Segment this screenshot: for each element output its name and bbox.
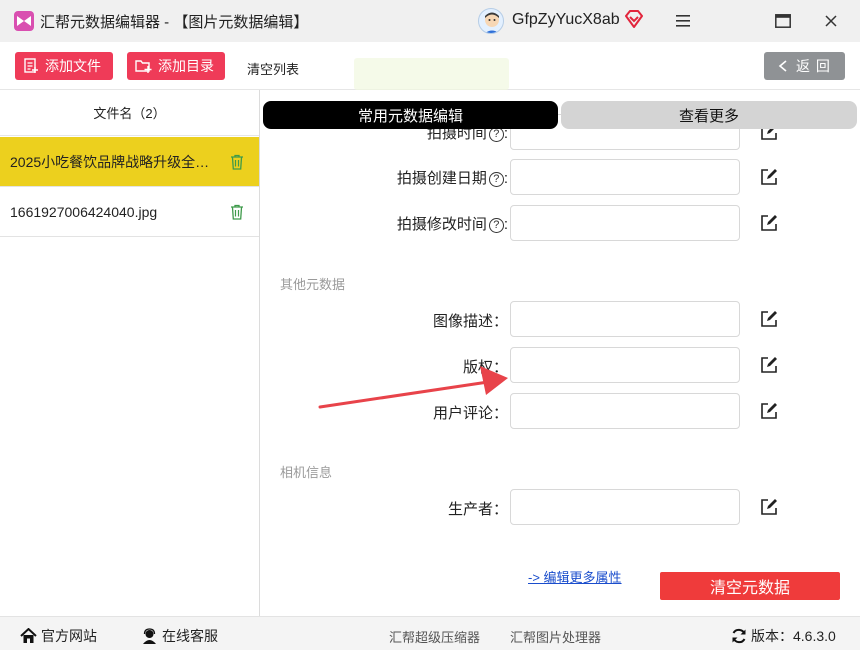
headset-icon: [143, 628, 156, 644]
metadata-editor-panel: 常用元数据编辑 查看更多 拍摄时间?: 拍摄创建日期?: 拍摄修改时间?: 其他…: [261, 90, 860, 616]
close-button[interactable]: [820, 10, 842, 32]
label-colon: :: [503, 170, 508, 187]
file-name: 1661927006424040.jpg: [10, 203, 158, 220]
image-desc-input[interactable]: [510, 301, 740, 337]
faint-background-bar: [354, 58, 509, 90]
shoot-create-date-label: 拍摄创建日期?:: [397, 167, 508, 188]
edit-pencil-icon[interactable]: [760, 356, 778, 374]
shoot-modify-time-input[interactable]: [510, 205, 740, 241]
tab-common-metadata[interactable]: 常用元数据编辑: [263, 101, 558, 129]
app-logo-icon: [14, 11, 34, 31]
window-title: 汇帮元数据编辑器 - 【图片元数据编辑】: [40, 14, 309, 31]
title-bar: 汇帮元数据编辑器 - 【图片元数据编辑】 GfpZyYucX8ab: [0, 0, 860, 42]
question-mark-icon[interactable]: ?: [488, 218, 504, 233]
add-folder-icon: [135, 60, 152, 73]
section-title-camera: 相机信息: [280, 465, 333, 480]
official-website-label: 官方网站: [41, 628, 97, 644]
avatar-face-icon: [485, 12, 499, 33]
shoot-create-date-label-text: 拍摄创建日期: [396, 170, 487, 187]
username: GfpZyYucX8ab: [512, 11, 620, 28]
maximize-icon: [775, 14, 791, 28]
clear-list-button[interactable]: 清空列表: [247, 59, 299, 78]
question-mark-icon[interactable]: ?: [488, 127, 504, 142]
chevron-left-icon: [778, 60, 787, 72]
edit-pencil-icon[interactable]: [760, 168, 778, 186]
user-comment-input[interactable]: [510, 393, 740, 429]
version-info[interactable]: 版本： 4.6.3.0: [731, 626, 836, 646]
add-file-icon: [24, 58, 38, 73]
vip-diamond-icon[interactable]: [624, 10, 644, 28]
compressor-link[interactable]: 汇帮超级压缩器: [389, 627, 480, 646]
copyright-label: 版权：: [462, 359, 508, 376]
file-list-panel: 文件名（2） 2025小吃餐饮品牌战略升级全案策划方案.jpg 16619270…: [0, 90, 260, 616]
user-avatar[interactable]: [478, 8, 504, 34]
refresh-icon: [732, 628, 746, 644]
trash-icon[interactable]: [230, 204, 244, 220]
clear-metadata-button[interactable]: 清空元数据: [660, 572, 840, 600]
maximize-button[interactable]: [772, 10, 794, 32]
image-desc-label: 图像描述：: [432, 313, 508, 330]
edit-pencil-icon[interactable]: [760, 214, 778, 232]
edit-pencil-icon[interactable]: [760, 402, 778, 420]
back-button[interactable]: 返 回: [764, 52, 845, 80]
image-tool-link[interactable]: 汇帮图片处理器: [510, 627, 601, 646]
add-directory-button[interactable]: 添加目录: [127, 52, 225, 80]
online-support-link[interactable]: 在线客服: [141, 626, 218, 646]
version-number: 4.6.3.0: [793, 628, 836, 644]
tab-view-more[interactable]: 查看更多: [561, 101, 857, 129]
home-icon: [20, 628, 37, 643]
question-mark-icon[interactable]: ?: [488, 172, 504, 187]
status-footer: 官方网站 在线客服 汇帮超级压缩器 汇帮图片处理器 版本： 4.6.3.0: [0, 616, 860, 650]
user-comment-label: 用户评论：: [432, 405, 508, 422]
file-name: 2025小吃餐饮品牌战略升级全案策划方案.jpg: [10, 153, 222, 170]
shoot-create-date-input[interactable]: [510, 159, 740, 195]
manufacturer-label: 生产者：: [447, 501, 508, 518]
version-label: 版本：: [751, 628, 793, 644]
add-file-label: 添加文件: [45, 58, 101, 74]
copyright-input[interactable]: [510, 347, 740, 383]
label-colon: :: [503, 216, 508, 233]
file-list-item[interactable]: 1661927006424040.jpg: [0, 187, 259, 237]
add-file-button[interactable]: 添加文件: [15, 52, 113, 80]
add-directory-label: 添加目录: [158, 58, 214, 74]
edit-pencil-icon[interactable]: [760, 310, 778, 328]
official-website-link[interactable]: 官方网站: [20, 626, 97, 646]
shoot-modify-time-label-text: 拍摄修改时间: [396, 216, 487, 233]
hamburger-icon: [676, 15, 690, 27]
menu-button[interactable]: [672, 10, 694, 32]
edit-more-properties-link[interactable]: -> 编辑更多属性: [528, 567, 622, 586]
online-support-label: 在线客服: [162, 628, 218, 644]
section-title-other: 其他元数据: [280, 277, 346, 292]
back-label: 返 回: [796, 58, 831, 74]
editor-tabs: 常用元数据编辑 查看更多: [263, 101, 857, 129]
shoot-modify-time-label: 拍摄修改时间?:: [397, 213, 508, 234]
trash-icon[interactable]: [230, 154, 244, 170]
file-list-item[interactable]: 2025小吃餐饮品牌战略升级全案策划方案.jpg: [0, 137, 259, 187]
manufacturer-input[interactable]: [510, 489, 740, 525]
edit-pencil-icon[interactable]: [760, 498, 778, 516]
file-list-header: 文件名（2）: [0, 90, 259, 136]
close-icon: [825, 15, 837, 27]
